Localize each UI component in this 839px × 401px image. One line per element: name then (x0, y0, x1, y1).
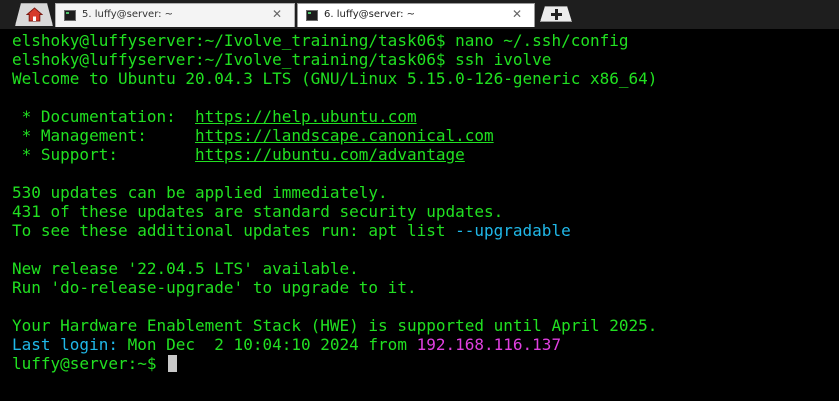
hwe-notice: Your Hardware Enablement Stack (HWE) is … (12, 316, 658, 335)
management-line: * Management: https://landscape.canonica… (12, 126, 657, 145)
documentation-label: * Documentation: (12, 107, 196, 126)
last-login-ip: 192.168.116.137 (416, 335, 562, 354)
support-link[interactable]: https://ubuntu.com/advantage (195, 145, 465, 164)
tab-bar: 5. luffy@server: ~ ✕ 6. luffy@server: ~ … (0, 0, 839, 30)
shell-prompt: elshoky@luffyserver:~/Ivolve_training/ta… (12, 50, 456, 69)
shell-prompt: elshoky@luffyserver:~/Ivolve_training/ta… (12, 31, 456, 50)
management-link[interactable]: https://landscape.canonical.com (195, 126, 494, 145)
last-login-label: Last login: (12, 335, 128, 354)
tab-label: 5. luffy@server: ~ (82, 9, 174, 20)
welcome-message: Welcome to Ubuntu 20.04.3 LTS (GNU/Linux… (12, 69, 658, 88)
terminal-icon (306, 10, 318, 21)
terminal-icon (64, 10, 76, 21)
close-icon[interactable]: ✕ (512, 8, 522, 20)
command-line: elshoky@luffyserver:~/Ivolve_training/ta… (12, 31, 657, 50)
tab-session-6[interactable]: 6. luffy@server: ~ ✕ (297, 3, 535, 27)
support-label: * Support: (12, 145, 196, 164)
tab-session-5[interactable]: 5. luffy@server: ~ ✕ (55, 3, 295, 27)
updates-hint: To see these additional updates run: apt… (12, 221, 657, 240)
terminal-output[interactable]: elshoky@luffyserver:~/Ivolve_training/ta… (0, 29, 839, 401)
management-label: * Management: (12, 126, 196, 145)
release-upgrade-hint: Run 'do-release-upgrade' to upgrade to i… (12, 278, 417, 297)
terminal-window: 5. luffy@server: ~ ✕ 6. luffy@server: ~ … (0, 0, 839, 401)
home-tab[interactable] (15, 3, 53, 26)
documentation-link[interactable]: https://help.ubuntu.com (195, 107, 417, 126)
upgradable-flag: --upgradable (455, 221, 571, 240)
prompt-line[interactable]: luffy@server:~$ (12, 354, 657, 373)
updates-available: 530 updates can be applied immediately. (12, 183, 388, 202)
last-login-line: Last login: Mon Dec 2 10:04:10 2024 from… (12, 335, 657, 354)
last-login-from: from (358, 335, 417, 354)
text-cursor (168, 355, 178, 372)
security-updates: 431 of these updates are standard securi… (12, 202, 504, 221)
new-release-notice: New release '22.04.5 LTS' available. (12, 259, 359, 278)
command-line: elshoky@luffyserver:~/Ivolve_training/ta… (12, 50, 657, 69)
home-icon (26, 7, 43, 22)
command-text: nano ~/.ssh/config (455, 31, 629, 50)
support-line: * Support: https://ubuntu.com/advantage (12, 145, 657, 164)
documentation-line: * Documentation: https://help.ubuntu.com (12, 107, 657, 126)
close-icon[interactable]: ✕ (272, 8, 282, 20)
new-tab-button[interactable] (540, 6, 572, 22)
updates-hint-text: To see these additional updates run: apt… (12, 221, 456, 240)
command-text: ssh ivolve (455, 50, 552, 69)
shell-prompt: luffy@server:~$ (12, 354, 167, 373)
last-login-date: Mon Dec 2 10:04:10 2024 (127, 335, 359, 354)
tab-label: 6. luffy@server: ~ (324, 9, 416, 20)
plus-icon (551, 9, 562, 20)
